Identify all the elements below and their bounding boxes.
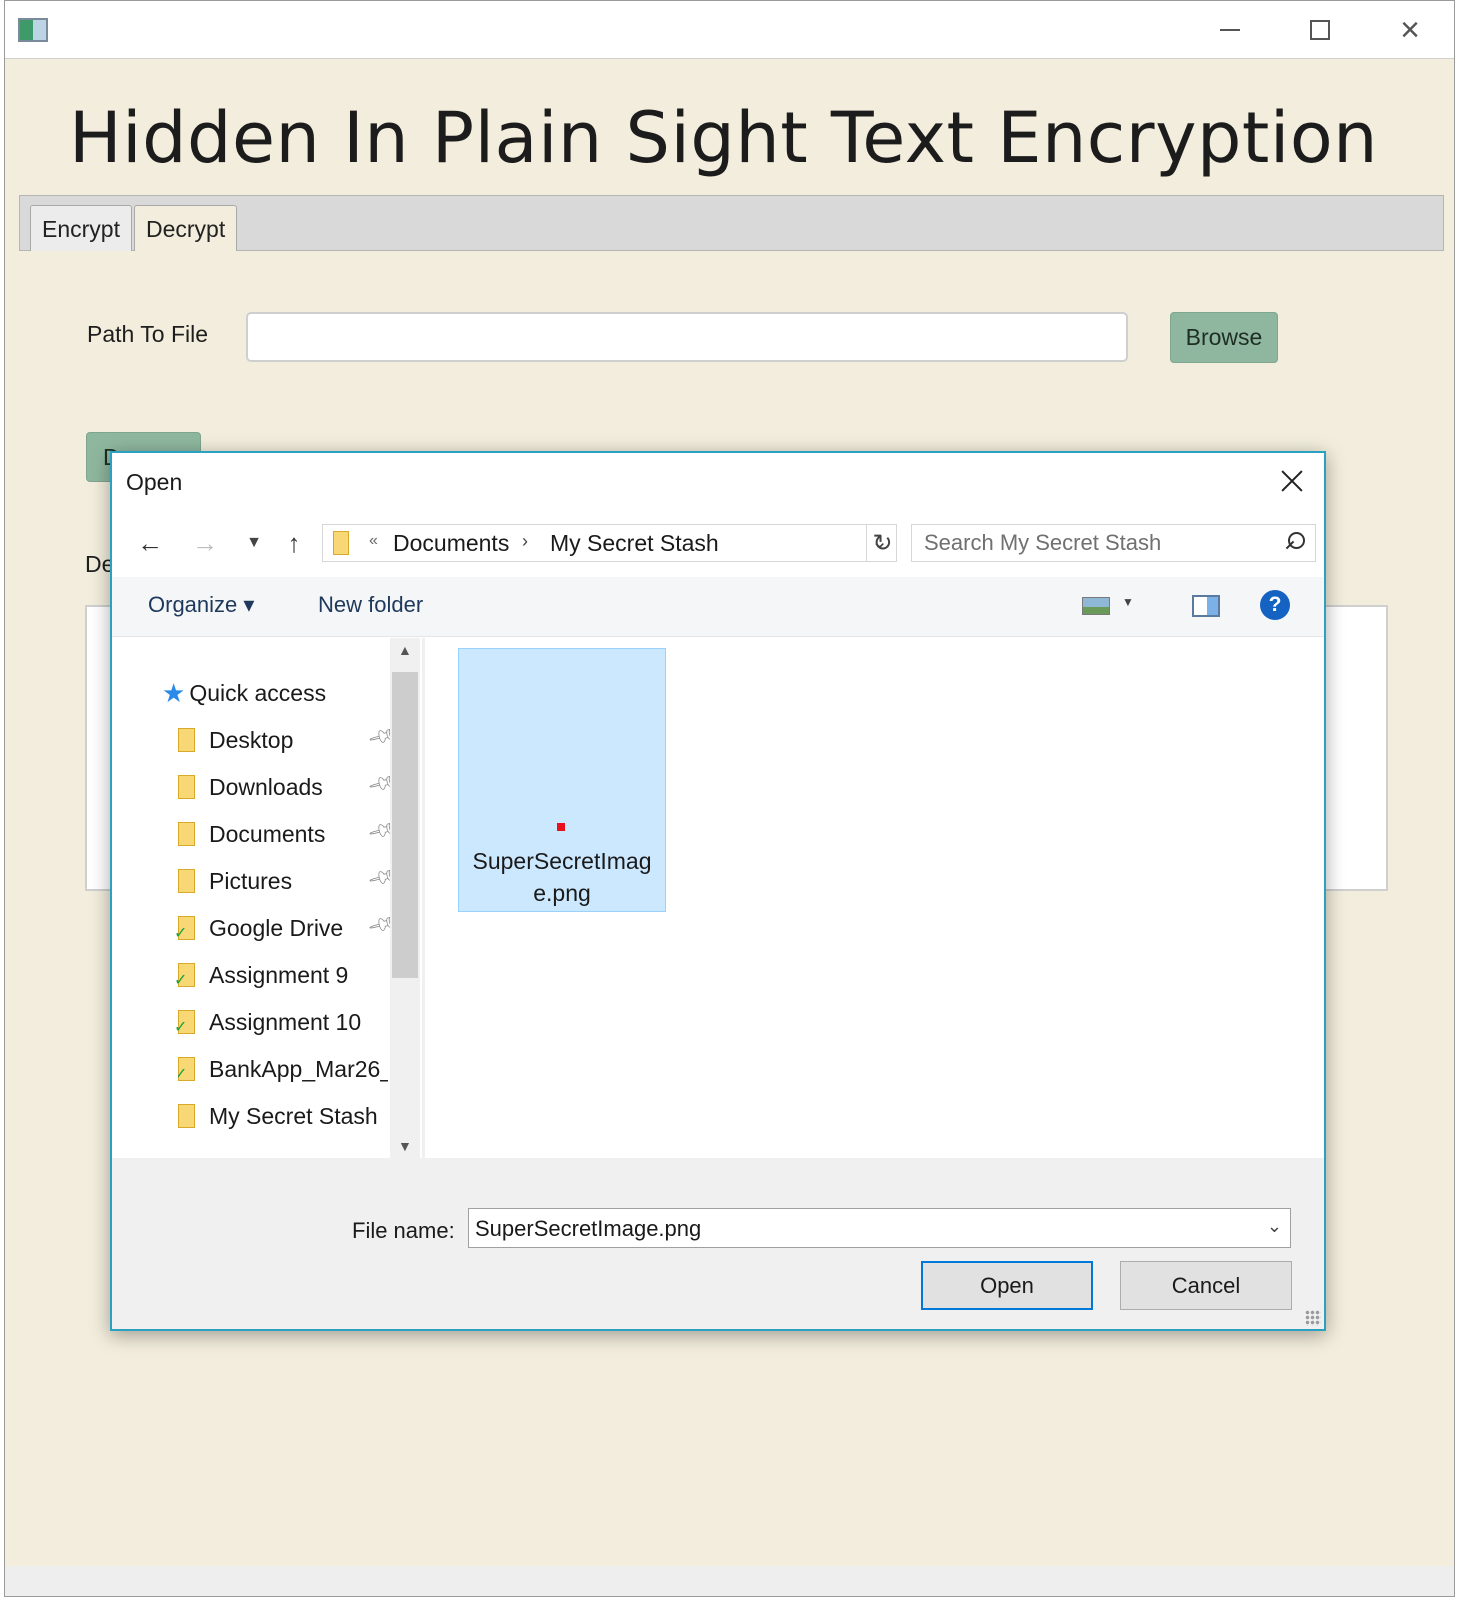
breadcrumb-my-secret-stash[interactable]: My Secret Stash — [550, 530, 719, 557]
star-icon: ★ — [162, 677, 186, 708]
synced-folder-icon — [174, 1010, 195, 1037]
folder-icon — [333, 531, 349, 555]
sidebar-item-label: Quick access — [189, 679, 327, 706]
file-name-value[interactable]: SuperSecretImage.png — [475, 1216, 701, 1242]
downloads-folder-icon — [178, 775, 195, 799]
sidebar-item-assignment-10[interactable]: Assignment 10 — [174, 1000, 362, 1044]
search-box[interactable] — [911, 524, 1316, 562]
up-arrow-icon[interactable]: ↑ — [276, 523, 312, 563]
change-view-button[interactable]: ▼ — [1082, 591, 1142, 621]
minimize-button[interactable] — [1185, 1, 1275, 59]
command-bar: Organize ▾ New folder ▼ ? — [112, 577, 1324, 637]
sidebar-item-label: My Secret Stash — [209, 1102, 378, 1129]
new-folder-button[interactable]: New folder — [318, 592, 423, 618]
scroll-down-icon[interactable]: ▼ — [398, 1138, 412, 1154]
refresh-icon[interactable]: ↻ — [866, 524, 898, 562]
google-drive-folder-icon — [174, 916, 195, 943]
sidebar-item-quick-access[interactable]: ★ Quick access — [162, 671, 326, 715]
chevron-down-icon[interactable]: ⌄ — [1267, 1216, 1282, 1237]
maximize-button[interactable] — [1275, 1, 1365, 59]
browse-button[interactable]: Browse — [1170, 312, 1278, 363]
file-name-label: File name: — [352, 1218, 455, 1243]
folder-icon — [178, 1104, 195, 1128]
help-icon[interactable]: ? — [1260, 590, 1290, 620]
synced-folder-icon — [178, 1057, 195, 1084]
synced-folder-icon — [174, 963, 195, 990]
scrollbar-thumb[interactable] — [392, 672, 418, 978]
desktop-folder-icon — [178, 728, 195, 752]
minimize-icon — [1220, 29, 1240, 31]
sidebar-item-bankapp[interactable]: BankApp_Mar26_ — [178, 1047, 388, 1091]
breadcrumb-separator-icon[interactable]: › — [522, 531, 528, 552]
chevron-down-icon: ▼ — [1122, 595, 1134, 609]
search-input[interactable] — [924, 529, 1264, 557]
close-window-button[interactable]: × — [1365, 1, 1455, 59]
navigation-scrollbar[interactable]: ▲ ▼ — [390, 638, 420, 1158]
dialog-footer: File name: SuperSecretImage.png ⌄ Open C… — [112, 1158, 1324, 1329]
navigation-pane: ★ Quick access Desktop 📌︎ Downloads 📌︎ D… — [112, 638, 422, 1158]
scroll-up-icon[interactable]: ▲ — [398, 642, 412, 658]
sidebar-item-my-secret-stash[interactable]: My Secret Stash — [178, 1094, 378, 1138]
image-thumbnail-icon — [557, 823, 565, 831]
sidebar-item-label: Downloads — [209, 773, 323, 800]
path-label: Path To File — [87, 321, 209, 347]
open-button[interactable]: Open — [921, 1261, 1093, 1310]
view-icon — [1082, 597, 1110, 615]
tab-encrypt[interactable]: Encrypt — [30, 205, 132, 251]
back-arrow-icon[interactable]: ← — [132, 523, 168, 563]
sidebar-item-label: Desktop — [209, 726, 294, 753]
file-list: SuperSecretImage.png — [425, 638, 1324, 1158]
open-file-dialog: Open ← → ▼ ↑ « Documents › My Secret Sta… — [110, 451, 1326, 1331]
breadcrumb-overflow[interactable]: « — [369, 532, 378, 550]
file-item[interactable]: SuperSecretImage.png — [458, 648, 666, 912]
tab-decrypt[interactable]: Decrypt — [134, 205, 238, 251]
app-icon — [18, 18, 48, 42]
navigation-row: ← → ▼ ↑ « Documents › My Secret Stash ⌄ … — [112, 519, 1324, 569]
close-icon: × — [1400, 11, 1420, 49]
dialog-title: Open — [126, 469, 183, 495]
organize-button[interactable]: Organize ▾ — [148, 592, 254, 618]
maximize-icon — [1310, 20, 1330, 40]
sidebar-item-label: Google Drive — [209, 914, 344, 941]
sidebar-item-label: Pictures — [209, 867, 293, 894]
page-title: Hidden In Plain Sight Text Encryption — [69, 97, 1379, 179]
sidebar-item-label: BankApp_Mar26_ — [209, 1055, 388, 1082]
sidebar-item-assignment-9[interactable]: Assignment 9 — [174, 953, 349, 997]
forward-arrow-icon[interactable]: → — [187, 523, 223, 563]
path-input[interactable] — [246, 312, 1128, 362]
title-bar: × — [5, 1, 1454, 59]
sidebar-item-label: Assignment 9 — [209, 961, 349, 988]
cancel-button[interactable]: Cancel — [1120, 1261, 1292, 1310]
breadcrumb-documents[interactable]: Documents — [393, 530, 509, 557]
pictures-folder-icon — [178, 869, 195, 893]
recent-locations-chevron-icon[interactable]: ▼ — [236, 523, 272, 563]
preview-pane-icon[interactable] — [1192, 595, 1220, 617]
status-strip — [5, 1566, 1454, 1596]
address-bar[interactable]: « Documents › My Secret Stash ⌄ — [322, 524, 897, 562]
file-name-field[interactable]: SuperSecretImage.png ⌄ — [468, 1208, 1291, 1248]
search-icon[interactable] — [1283, 532, 1305, 554]
sidebar-item-label: Documents — [209, 820, 326, 847]
documents-folder-icon — [178, 822, 195, 846]
dialog-close-button[interactable] — [1270, 461, 1314, 501]
file-name-label: SuperSecretImage.png — [472, 848, 652, 906]
sidebar-item-label: Assignment 10 — [209, 1008, 362, 1035]
resize-grip-icon[interactable] — [1305, 1310, 1321, 1326]
tab-bar: Encrypt Decrypt — [19, 195, 1444, 251]
